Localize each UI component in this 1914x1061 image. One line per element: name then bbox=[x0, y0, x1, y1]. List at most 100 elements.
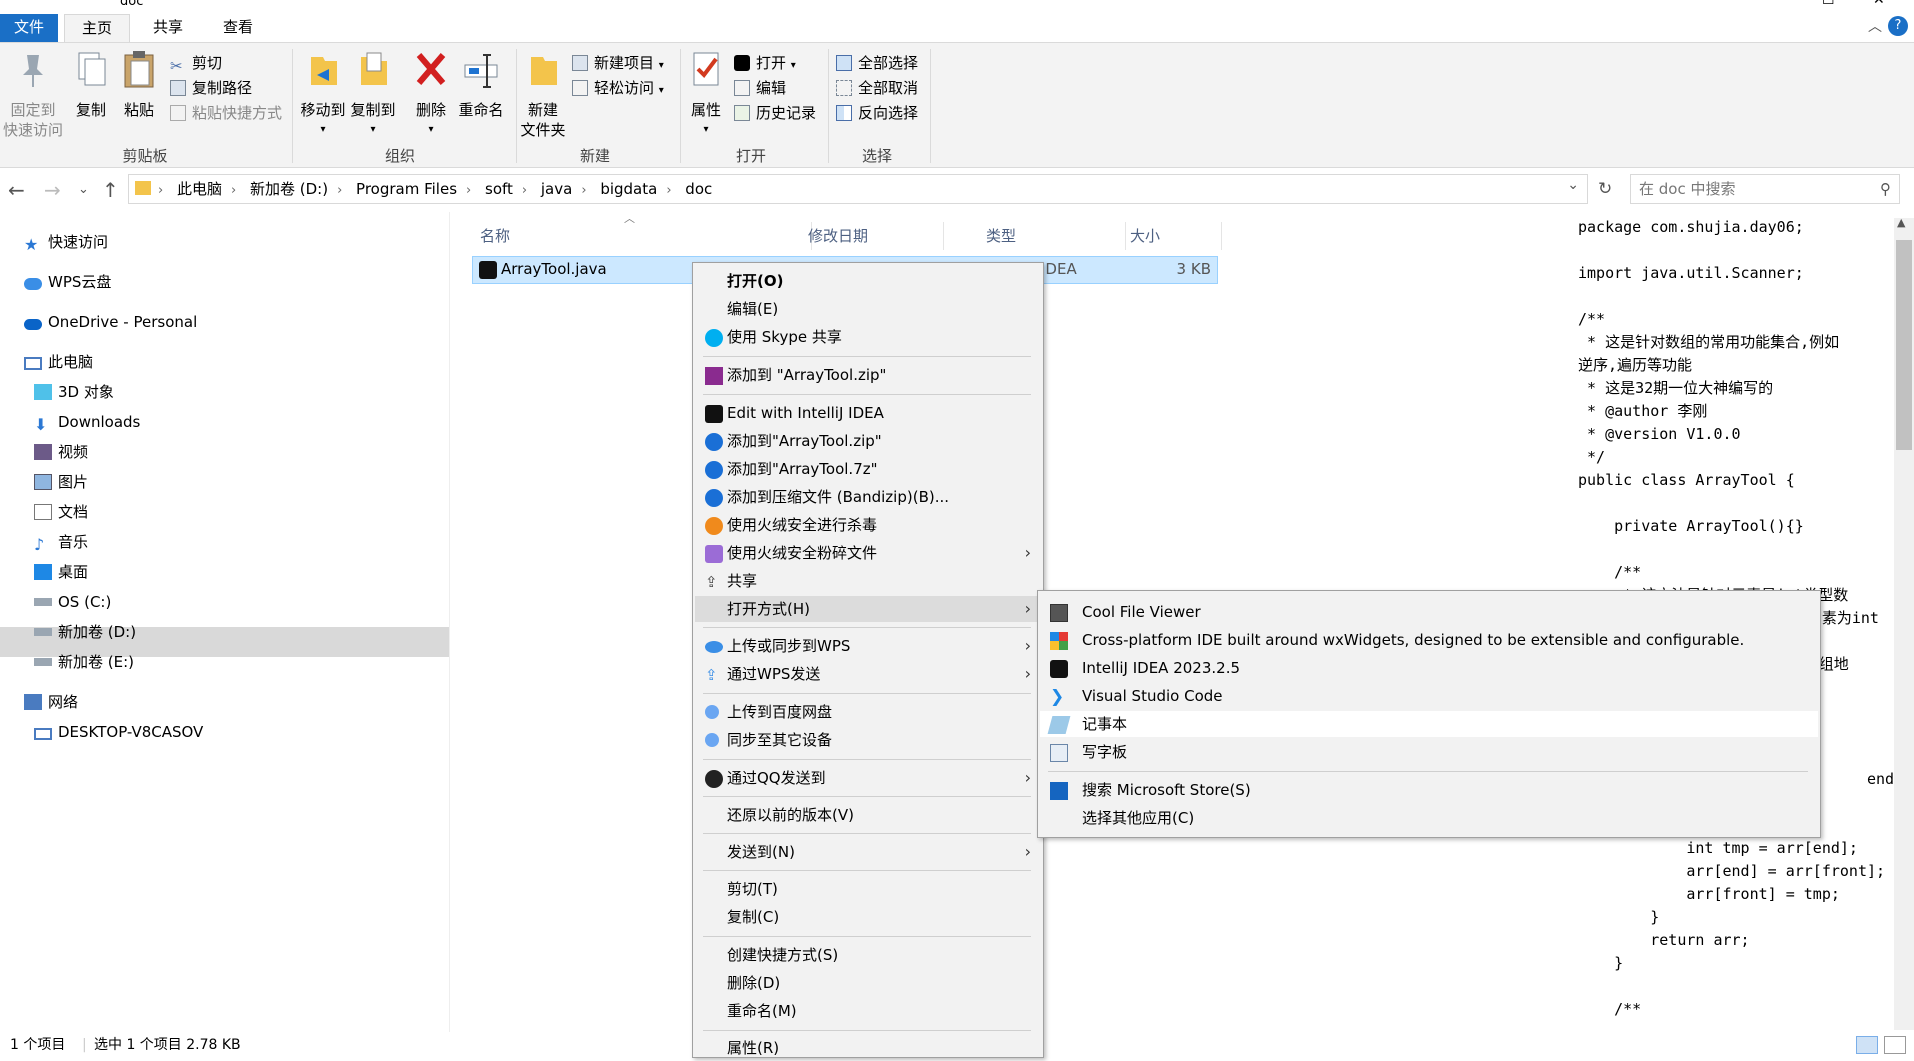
new-folder-button[interactable]: 新建 文件夹 bbox=[520, 47, 566, 140]
nav-wps-cloud[interactable]: WPS云盘 bbox=[24, 268, 111, 296]
nav-drive-e[interactable]: 新加卷 (E:) bbox=[34, 648, 134, 676]
nav-quick-access[interactable]: ★ 快速访问 bbox=[24, 228, 108, 256]
nav-3d-objects[interactable]: 3D 对象 bbox=[34, 378, 114, 406]
select-none-button[interactable]: 全部取消 bbox=[836, 76, 918, 100]
submenu-notepad[interactable]: 记事本 bbox=[1040, 711, 1818, 737]
nav-onedrive[interactable]: OneDrive - Personal bbox=[24, 308, 197, 336]
crumb-doc[interactable]: doc bbox=[681, 175, 716, 203]
pin-quick-access-button[interactable]: 固定到 快速访问 bbox=[2, 47, 64, 140]
submenu-intellij[interactable]: IntelliJ IDEA 2023.2.5 bbox=[1040, 655, 1818, 681]
nav-desktop-pc[interactable]: DESKTOP-V8CASOV bbox=[34, 718, 203, 746]
menu-open[interactable]: 打开(O) bbox=[695, 268, 1041, 294]
invert-selection-button[interactable]: 反向选择 bbox=[836, 101, 918, 125]
nav-documents[interactable]: 文档 bbox=[34, 498, 88, 526]
column-header-type[interactable]: 类型 bbox=[978, 222, 1126, 250]
breadcrumb-chevron-icon[interactable]: › bbox=[153, 183, 168, 198]
search-icon[interactable]: ⚲ bbox=[1880, 175, 1891, 203]
preview-scrollbar-thumb[interactable] bbox=[1896, 240, 1912, 450]
submenu-codeblocks[interactable]: Cross-platform IDE built around wxWidget… bbox=[1040, 627, 1818, 653]
submenu-vscode[interactable]: ❯ Visual Studio Code bbox=[1040, 683, 1818, 709]
large-icons-view-icon[interactable] bbox=[1884, 1036, 1906, 1054]
breadcrumb-chevron-icon[interactable]: › bbox=[576, 183, 591, 198]
menu-send-to[interactable]: 发送到(N) › bbox=[695, 839, 1041, 865]
menu-edit-intellij[interactable]: Edit with IntelliJ IDEA bbox=[695, 400, 1041, 426]
crumb-this-pc[interactable]: 此电脑 bbox=[173, 175, 226, 203]
crumb-drive-d[interactable]: 新加卷 (D:) bbox=[246, 175, 332, 203]
menu-rename[interactable]: 重命名(M) bbox=[695, 998, 1041, 1024]
forward-arrow-icon[interactable]: → bbox=[44, 178, 61, 202]
nav-downloads[interactable]: ⬇ Downloads bbox=[34, 408, 140, 436]
nav-pictures[interactable]: 图片 bbox=[34, 468, 88, 496]
tab-view[interactable]: 查看 bbox=[206, 14, 270, 42]
easy-access-button[interactable]: 轻松访问 ▾ bbox=[572, 76, 664, 100]
breadcrumb-chevron-icon[interactable]: › bbox=[332, 183, 347, 198]
scroll-up-icon[interactable]: ▲ bbox=[1897, 216, 1905, 229]
menu-baidu-sync[interactable]: 同步至其它设备 bbox=[695, 727, 1041, 753]
search-input[interactable]: 在 doc 中搜索 ⚲ bbox=[1630, 174, 1900, 204]
menu-wps-send[interactable]: ⇪ 通过WPS发送 › bbox=[695, 661, 1041, 687]
address-dropdown-icon[interactable]: ⌄ bbox=[1567, 177, 1579, 193]
properties-button[interactable]: 属性 ▾ bbox=[684, 47, 728, 140]
select-all-button[interactable]: 全部选择 bbox=[836, 51, 918, 75]
breadcrumb-chevron-icon[interactable]: › bbox=[226, 183, 241, 198]
tab-file[interactable]: 文件 bbox=[0, 14, 58, 42]
menu-huorong-scan[interactable]: 使用火绒安全进行杀毒 bbox=[695, 512, 1041, 538]
breadcrumb-chevron-icon[interactable]: › bbox=[661, 183, 676, 198]
menu-huorong-shred[interactable]: 使用火绒安全粉碎文件 › bbox=[695, 540, 1041, 566]
help-icon[interactable]: ? bbox=[1888, 16, 1908, 36]
column-header-size[interactable]: 大小 bbox=[1122, 222, 1222, 250]
up-arrow-icon[interactable]: ↑ bbox=[102, 178, 119, 202]
crumb-bigdata[interactable]: bigdata bbox=[596, 175, 661, 203]
paste-shortcut-button[interactable]: 粘贴快捷方式 bbox=[170, 101, 282, 125]
menu-open-with[interactable]: 打开方式(H) › bbox=[695, 596, 1041, 622]
crumb-program-files[interactable]: Program Files bbox=[352, 175, 461, 203]
cut-button[interactable]: ✂ 剪切 bbox=[170, 51, 222, 75]
ribbon-edit-button[interactable]: 编辑 bbox=[734, 76, 786, 100]
rename-button[interactable]: 重命名 bbox=[454, 47, 508, 120]
column-header-name[interactable]: 名称 bbox=[472, 222, 812, 250]
menu-bandizip-add[interactable]: 添加到压缩文件 (Bandizip)(B)... bbox=[695, 484, 1041, 510]
menu-qq-send[interactable]: 通过QQ发送到 › bbox=[695, 765, 1041, 791]
menu-bandizip-zip[interactable]: 添加到"ArrayTool.zip" bbox=[695, 428, 1041, 454]
menu-edit[interactable]: 编辑(E) bbox=[695, 296, 1041, 322]
menu-wps-upload[interactable]: 上传或同步到WPS › bbox=[695, 633, 1041, 659]
nav-this-pc[interactable]: 此电脑 bbox=[24, 348, 93, 376]
crumb-java[interactable]: java bbox=[537, 175, 576, 203]
collapse-ribbon-icon[interactable]: ︿ bbox=[1868, 16, 1882, 36]
menu-copy[interactable]: 复制(C) bbox=[695, 904, 1041, 930]
nav-network[interactable]: 网络 bbox=[24, 688, 78, 716]
menu-skype-share[interactable]: 使用 Skype 共享 bbox=[695, 324, 1041, 350]
menu-cut[interactable]: 剪切(T) bbox=[695, 876, 1041, 902]
menu-share[interactable]: ⇪ 共享 bbox=[695, 568, 1041, 594]
menu-bandizip-7z[interactable]: 添加到"ArrayTool.7z" bbox=[695, 456, 1041, 482]
maximize-icon[interactable]: ☐ bbox=[1822, 0, 1835, 8]
tab-share[interactable]: 共享 bbox=[136, 14, 200, 42]
recent-chevron-icon[interactable]: ⌄ bbox=[78, 182, 89, 197]
menu-delete[interactable]: 删除(D) bbox=[695, 970, 1041, 996]
ribbon-open-button[interactable]: 打开 ▾ bbox=[734, 51, 796, 75]
copy-to-button[interactable]: 复制到 ▾ bbox=[348, 47, 398, 140]
copy-button[interactable]: 复制 bbox=[70, 47, 112, 120]
paste-button[interactable]: 粘贴 bbox=[118, 47, 160, 120]
details-view-icon[interactable] bbox=[1856, 1036, 1878, 1054]
refresh-icon[interactable]: ↻ bbox=[1598, 179, 1612, 199]
menu-restore-versions[interactable]: 还原以前的版本(V) bbox=[695, 802, 1041, 828]
menu-properties[interactable]: 属性(R) bbox=[695, 1035, 1041, 1061]
nav-music[interactable]: ♪ 音乐 bbox=[34, 528, 88, 556]
breadcrumb[interactable]: › 此电脑 › 新加卷 (D:) › Program Files › soft › ja… bbox=[128, 174, 1588, 204]
nav-desktop[interactable]: 桌面 bbox=[34, 558, 88, 586]
nav-videos[interactable]: 视频 bbox=[34, 438, 88, 466]
menu-create-shortcut[interactable]: 创建快捷方式(S) bbox=[695, 942, 1041, 968]
copy-path-button[interactable]: 复制路径 bbox=[170, 76, 252, 100]
nav-drive-d[interactable]: 新加卷 (D:) bbox=[34, 618, 136, 646]
menu-add-zip[interactable]: 添加到 "ArrayTool.zip" bbox=[695, 362, 1041, 388]
close-icon[interactable]: ✕ bbox=[1873, 0, 1885, 8]
breadcrumb-chevron-icon[interactable]: › bbox=[461, 183, 476, 198]
submenu-wordpad[interactable]: 写字板 bbox=[1040, 739, 1818, 765]
breadcrumb-chevron-icon[interactable]: › bbox=[517, 183, 532, 198]
submenu-other-app[interactable]: 选择其他应用(C) bbox=[1040, 805, 1818, 831]
back-arrow-icon[interactable]: ← bbox=[8, 178, 25, 202]
tab-home[interactable]: 主页 bbox=[64, 14, 130, 42]
nav-drive-c[interactable]: OS (C:) bbox=[34, 588, 111, 616]
move-to-button[interactable]: 移动到 ▾ bbox=[298, 47, 348, 140]
